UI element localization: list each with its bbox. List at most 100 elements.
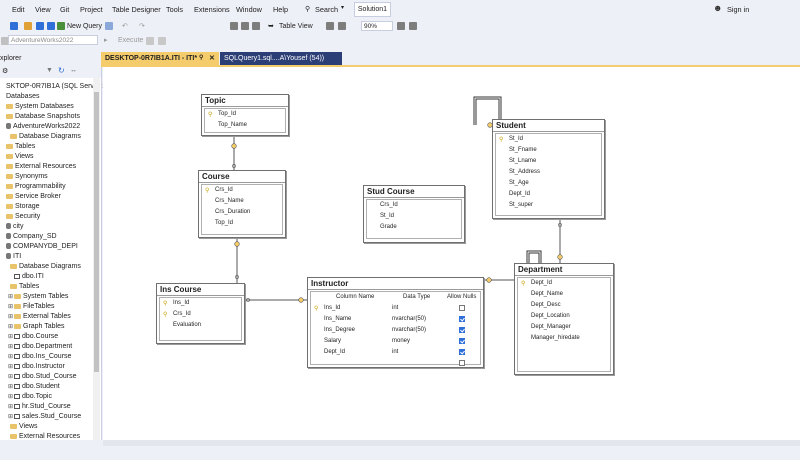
tree-item[interactable]: Database Snapshots <box>0 112 80 122</box>
column-name[interactable]: Dept_Name <box>531 291 563 297</box>
column-data-type[interactable]: nvarchar(50) <box>392 316 426 322</box>
stud-course-table[interactable]: Stud Course Crs_Id St_Id Grade <box>363 185 465 243</box>
column-name[interactable]: St_Fname <box>509 147 537 153</box>
zoom-select[interactable]: 90% <box>361 21 393 31</box>
new-project-icon[interactable] <box>24 22 32 30</box>
back-icon[interactable] <box>10 22 18 30</box>
column-name[interactable]: Grade <box>380 224 397 230</box>
instructor-table[interactable]: Instructor Column Name Data Type Allow N… <box>307 277 484 368</box>
relationship-icon[interactable] <box>241 22 249 30</box>
new-query-button[interactable]: New Query <box>67 23 102 30</box>
tree-item[interactable]: ⊞ External Tables <box>8 312 71 322</box>
tree-item[interactable]: ⊞ dbo.Instructor <box>8 362 65 372</box>
column-name[interactable]: Dept_Desc <box>531 302 561 308</box>
undo-icon[interactable]: ↶ <box>122 22 128 30</box>
column-data-type[interactable]: money <box>392 338 410 344</box>
column-name[interactable]: Crs_Name <box>215 198 244 204</box>
allow-nulls-checkbox[interactable] <box>459 305 465 311</box>
menu-tools[interactable]: Tools <box>166 5 183 14</box>
check-icon[interactable] <box>158 37 166 45</box>
tree-item[interactable]: Views <box>4 422 38 432</box>
activity-icon[interactable]: ↔ <box>70 67 77 74</box>
execute-button[interactable]: Execute <box>118 37 143 44</box>
label-icon[interactable] <box>326 22 334 30</box>
sign-in-link[interactable]: Sign in <box>727 5 749 14</box>
column-name[interactable]: St_super <box>509 202 533 208</box>
menu-project[interactable]: Project <box>80 5 103 14</box>
column-name[interactable]: Manager_hiredate <box>531 335 580 341</box>
tree-item[interactable]: Security <box>0 212 40 222</box>
tree-item[interactable]: ⊞ hr.Stud_Course <box>8 402 71 412</box>
connect-icon[interactable]: ⚙ <box>2 67 8 75</box>
execute-icon[interactable]: ▸ <box>104 36 108 44</box>
allow-nulls-checkbox[interactable] <box>459 338 465 344</box>
tree-item[interactable]: ⊞ sales.Stud_Course <box>8 412 81 422</box>
column-name[interactable]: Top_Id <box>215 220 233 226</box>
tree-item[interactable]: dbo.ITI <box>8 272 44 282</box>
table-icon[interactable] <box>230 22 238 30</box>
column-name[interactable]: St_Age <box>509 180 529 186</box>
database-select[interactable]: AdventureWorks2022 <box>8 35 98 45</box>
refresh-icon[interactable]: ↻ <box>58 66 65 75</box>
menu-table-designer[interactable]: Table Designer <box>112 5 161 14</box>
column-name[interactable]: Top_Id <box>218 111 236 117</box>
pointer-icon[interactable]: ➥ <box>268 22 274 30</box>
topic-table[interactable]: Topic ⚲ Top_Id Top_Name <box>201 94 289 136</box>
allow-nulls-checkbox[interactable] <box>459 349 465 355</box>
canvas-horizontal-scrollbar[interactable] <box>103 440 800 446</box>
tree-item[interactable]: ⊞ Graph Tables <box>8 322 65 332</box>
tree-item[interactable]: External Resources <box>0 162 76 172</box>
column-name[interactable]: St_Address <box>509 169 540 175</box>
tree-item[interactable]: Storage <box>0 202 40 212</box>
column-data-type[interactable]: nvarchar(50) <box>392 327 426 333</box>
allow-nulls-checkbox[interactable] <box>459 360 465 366</box>
column-name[interactable]: Dept_Id <box>509 191 530 197</box>
menu-git[interactable]: Git <box>60 5 69 14</box>
ins-course-table[interactable]: Ins Course ⚲ Ins_Id ⚲ Crs_Id Evaluation <box>156 283 245 344</box>
allow-nulls-checkbox[interactable] <box>459 327 465 333</box>
table-view-button[interactable]: Table View <box>279 23 313 30</box>
filter-icon[interactable]: ▼ <box>46 67 53 74</box>
column-name[interactable]: Dept_Id <box>324 349 345 355</box>
tree-item[interactable]: Synonyms <box>0 172 48 182</box>
column-name[interactable]: Crs_Duration <box>215 209 250 215</box>
autosize-icon[interactable] <box>409 22 417 30</box>
tree-item[interactable]: System Databases <box>0 102 74 112</box>
column-name[interactable]: Ins_Name <box>324 316 351 322</box>
tree-item[interactable]: Views <box>0 152 34 162</box>
save-icon[interactable] <box>36 22 44 30</box>
tab-sqlquery[interactable]: SQLQuery1.sql....A\Yousef (54)) <box>220 52 342 65</box>
tree-item[interactable]: Programmability <box>0 182 66 192</box>
account-icon[interactable]: ☻ <box>713 3 722 13</box>
column-data-type[interactable]: int <box>392 349 398 355</box>
index-icon[interactable] <box>252 22 260 30</box>
column-name[interactable]: Dept_Manager <box>531 324 571 330</box>
menu-edit[interactable]: Edit <box>12 5 25 14</box>
tree-item[interactable]: Databases <box>0 92 39 102</box>
save-all-icon[interactable] <box>47 22 55 30</box>
tree-item[interactable]: Tables <box>4 282 39 292</box>
menu-extensions[interactable]: Extensions <box>194 5 230 14</box>
column-name[interactable]: Ins_Id <box>173 300 189 306</box>
student-table[interactable]: Student ⚲ St_Id St_Fname St_Lname St_Add… <box>492 119 605 219</box>
new-query-icon[interactable] <box>57 22 65 30</box>
tree-item[interactable]: ⊞ dbo.Stud_Course <box>8 372 76 382</box>
tree-item[interactable]: ⊞ System Tables <box>8 292 68 302</box>
tree-item[interactable]: ⊞ dbo.Course <box>8 332 58 342</box>
department-table[interactable]: Department ⚲ Dept_Id Dept_Name Dept_Desc… <box>514 263 614 375</box>
course-table[interactable]: Course ⚲ Crs_Id Crs_Name Crs_Duration To… <box>198 170 286 238</box>
tree-item[interactable]: Database Diagrams <box>4 262 81 272</box>
column-data-type[interactable]: int <box>392 305 398 311</box>
menu-help[interactable]: Help <box>273 5 288 14</box>
column-name[interactable]: Crs_Id <box>380 202 398 208</box>
tree-item[interactable]: Database Diagrams <box>4 132 81 142</box>
diagram-canvas[interactable]: Topic ⚲ Top_Id Top_Name Course ⚲ Crs_Id … <box>103 67 800 440</box>
tree-item[interactable]: ⊞ dbo.Ins_Course <box>8 352 71 362</box>
menu-view[interactable]: View <box>35 5 51 14</box>
column-name[interactable]: Dept_Location <box>531 313 570 319</box>
tree-item[interactable]: Service Broker <box>0 192 61 202</box>
stop-icon[interactable] <box>146 37 154 45</box>
column-name[interactable]: Top_Name <box>218 122 247 128</box>
column-name[interactable]: Ins_Id <box>324 305 340 311</box>
tree-item[interactable]: ⊞ dbo.Topic <box>8 392 52 402</box>
